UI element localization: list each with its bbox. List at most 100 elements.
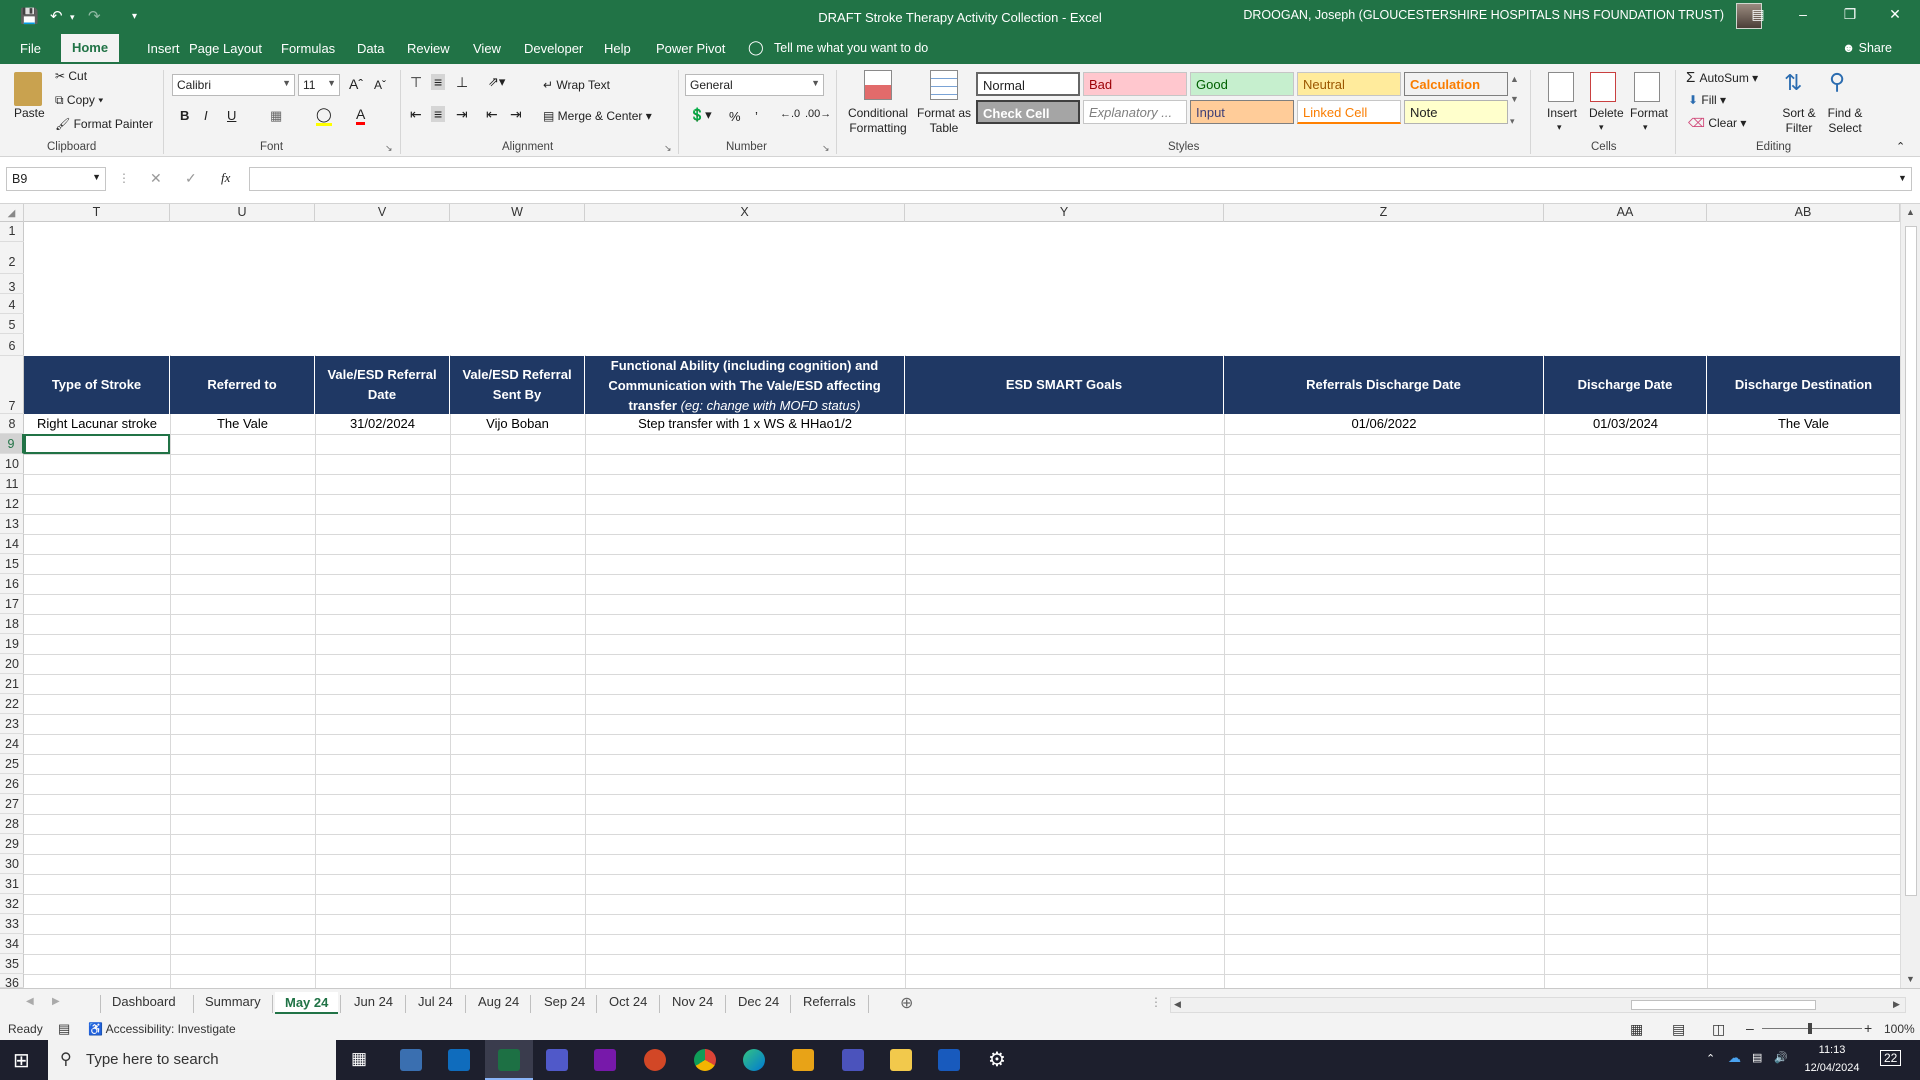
- column-header[interactable]: T: [24, 204, 170, 222]
- style-check-cell[interactable]: Check Cell: [976, 100, 1080, 124]
- prev-sheet-icon[interactable]: ◀: [26, 996, 34, 1007]
- align-right-icon[interactable]: ⇥: [456, 106, 468, 123]
- cell-type-of-stroke[interactable]: Right Lacunar stroke: [24, 414, 170, 434]
- number-format-select[interactable]: General ▼: [685, 74, 824, 96]
- row-header[interactable]: 10: [0, 454, 24, 474]
- zoom-slider[interactable]: [1762, 1028, 1862, 1029]
- styles-more-icon[interactable]: ▾: [1510, 116, 1515, 127]
- row-header[interactable]: 35: [0, 954, 24, 974]
- row-header[interactable]: 16: [0, 574, 24, 594]
- taskbar-date[interactable]: 12/04/2024: [1802, 1062, 1862, 1074]
- header-functional-ability[interactable]: Functional Ability (including cognition)…: [585, 356, 905, 414]
- column-header[interactable]: V: [315, 204, 450, 222]
- cell-referral-date[interactable]: 31/02/2024: [315, 414, 450, 434]
- outlook-icon[interactable]: [448, 1049, 470, 1071]
- zoom-level[interactable]: 100%: [1884, 1022, 1915, 1036]
- enter-icon[interactable]: ✓: [185, 170, 197, 187]
- excel-icon[interactable]: [498, 1049, 520, 1071]
- delete-cells-icon[interactable]: [1590, 72, 1616, 102]
- settings-icon[interactable]: ⚙: [988, 1047, 1006, 1072]
- header-referral-sent-by[interactable]: Vale/ESD Referral Sent By: [450, 356, 585, 414]
- cancel-icon[interactable]: ✕: [150, 170, 162, 187]
- tab-formulas[interactable]: Formulas: [281, 41, 335, 56]
- row-header[interactable]: 32: [0, 894, 24, 914]
- increase-font-icon[interactable]: Aˆ: [349, 76, 363, 92]
- sheet-tab-summary[interactable]: Summary: [203, 994, 263, 1009]
- format-button[interactable]: Format: [1630, 106, 1668, 120]
- percent-icon[interactable]: %: [729, 109, 741, 124]
- tab-developer[interactable]: Developer: [524, 41, 583, 56]
- cut-button[interactable]: ✂ Cut: [55, 69, 87, 83]
- sheet-tab-nov-24[interactable]: Nov 24: [670, 994, 715, 1009]
- row-header[interactable]: 26: [0, 774, 24, 794]
- row-header[interactable]: 24: [0, 734, 24, 754]
- row-header[interactable]: 8: [0, 414, 24, 434]
- font-size-select[interactable]: 11 ▼: [298, 74, 340, 96]
- row-header[interactable]: 33: [0, 914, 24, 934]
- notification-badge[interactable]: 22: [1880, 1050, 1902, 1066]
- row-header[interactable]: 20: [0, 654, 24, 674]
- chevron-down-icon[interactable]: ▾: [1643, 122, 1648, 133]
- row-header[interactable]: 23: [0, 714, 24, 734]
- sheet-tab-oct-24[interactable]: Oct 24: [607, 994, 649, 1009]
- taskbar-search[interactable]: ⚲ Type here to search: [48, 1040, 336, 1080]
- row-header[interactable]: 7: [0, 356, 24, 414]
- merge-center-button[interactable]: ▤ Merge & Center ▾: [543, 109, 652, 123]
- paste-icon[interactable]: [14, 72, 42, 106]
- file-explorer-icon[interactable]: [890, 1049, 912, 1071]
- user-name[interactable]: DROOGAN, Joseph (GLOUCESTERSHIRE HOSPITA…: [1243, 8, 1724, 22]
- row-header[interactable]: 3: [0, 274, 24, 294]
- azure-app-icon[interactable]: [400, 1049, 422, 1071]
- macro-record-icon[interactable]: ▤: [58, 1021, 70, 1037]
- sort-filter-button[interactable]: Sort & Filter: [1777, 106, 1821, 136]
- style-input[interactable]: Input: [1190, 100, 1294, 124]
- tab-view[interactable]: View: [473, 41, 501, 56]
- italic-icon[interactable]: I: [204, 108, 208, 123]
- cell-functional-ability[interactable]: Step transfer with 1 x WS & HHao1/2: [585, 414, 905, 434]
- row-header[interactable]: 21: [0, 674, 24, 694]
- align-top-icon[interactable]: ⊤: [410, 74, 422, 91]
- column-header[interactable]: AB: [1707, 204, 1900, 222]
- scroll-left-icon[interactable]: ◀: [1174, 999, 1181, 1010]
- font-color-icon[interactable]: A: [356, 106, 366, 125]
- tray-chevron-icon[interactable]: ⌃: [1706, 1052, 1715, 1065]
- style-bad[interactable]: Bad: [1083, 72, 1187, 96]
- header-type-of-stroke[interactable]: Type of Stroke: [24, 356, 170, 414]
- accessibility-checker[interactable]: ♿ Accessibility: Investigate: [88, 1022, 236, 1036]
- onedrive-icon[interactable]: ☁: [1728, 1050, 1741, 1066]
- cell-referred-to[interactable]: The Vale: [170, 414, 315, 434]
- comma-style-icon[interactable]: ’: [755, 109, 758, 124]
- add-sheet-icon[interactable]: ⊕: [900, 993, 913, 1013]
- scroll-down-icon[interactable]: ▼: [1906, 974, 1915, 984]
- column-header[interactable]: Y: [905, 204, 1224, 222]
- decrease-font-icon[interactable]: Aˇ: [374, 78, 386, 92]
- page-layout-view-icon[interactable]: ▤: [1672, 1021, 1685, 1038]
- cell-esd-smart-goals[interactable]: [905, 414, 1224, 434]
- row-header[interactable]: 14: [0, 534, 24, 554]
- scroll-right-icon[interactable]: ▶: [1893, 999, 1900, 1010]
- column-header[interactable]: X: [585, 204, 905, 222]
- align-bottom-icon[interactable]: ⊥: [456, 74, 468, 91]
- row-header[interactable]: 2: [0, 242, 24, 274]
- teams-icon[interactable]: [546, 1049, 568, 1071]
- row-header[interactable]: 22: [0, 694, 24, 714]
- onenote-icon[interactable]: [594, 1049, 616, 1071]
- style-explanatory[interactable]: Explanatory ...: [1083, 100, 1187, 124]
- underline-icon[interactable]: U: [227, 108, 236, 123]
- header-referred-to[interactable]: Referred to: [170, 356, 315, 414]
- insert-button[interactable]: Insert: [1547, 106, 1577, 120]
- tab-file[interactable]: File: [20, 41, 41, 56]
- fill-color-icon[interactable]: ◯: [316, 106, 332, 126]
- chrome-icon[interactable]: [694, 1049, 716, 1071]
- row-header[interactable]: 6: [0, 334, 24, 356]
- fill-button[interactable]: ⬇ Fill ▾: [1688, 93, 1726, 107]
- scroll-thumb[interactable]: [1631, 1000, 1816, 1010]
- header-referrals-discharge-date[interactable]: Referrals Discharge Date: [1224, 356, 1544, 414]
- sheet-tab-may-24[interactable]: May 24: [275, 992, 339, 1014]
- column-header[interactable]: Z: [1224, 204, 1544, 222]
- normal-view-icon[interactable]: ▦: [1630, 1021, 1643, 1038]
- cell-referrals-discharge-date[interactable]: 01/06/2022: [1224, 414, 1544, 434]
- vertical-scrollbar[interactable]: ▲ ▼: [1900, 204, 1920, 988]
- next-sheet-icon[interactable]: ▶: [52, 996, 60, 1007]
- column-header[interactable]: AA: [1544, 204, 1707, 222]
